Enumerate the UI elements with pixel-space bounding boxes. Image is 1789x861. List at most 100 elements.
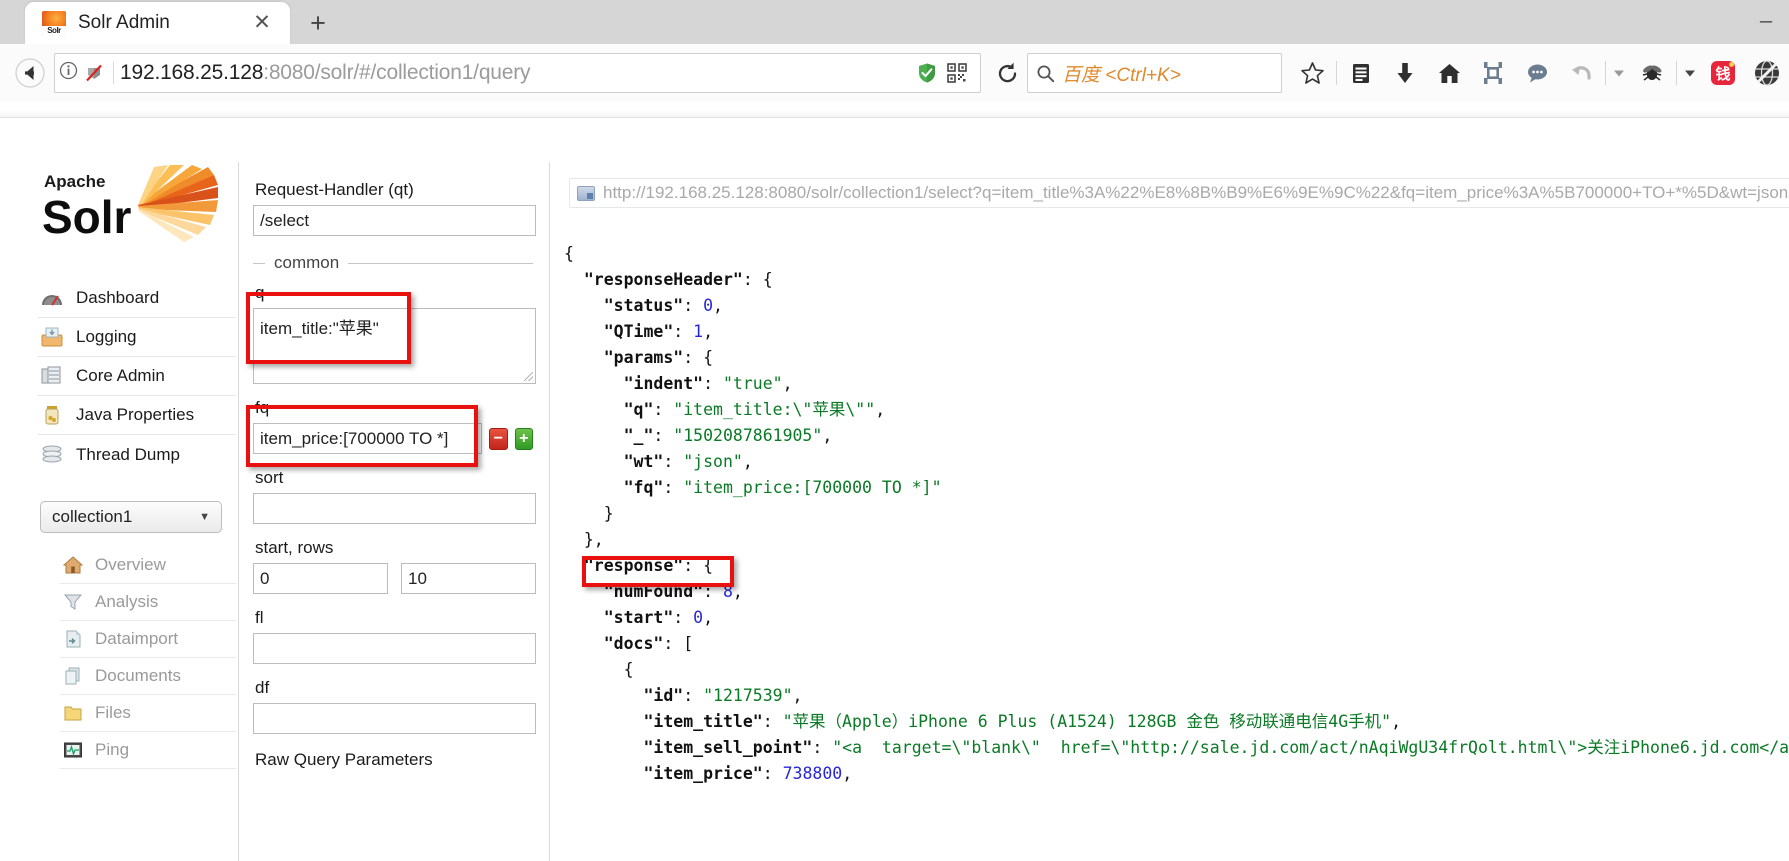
sidebar-item-label: Logging xyxy=(76,327,137,346)
java-jar-icon xyxy=(38,404,66,426)
solr-favicon-icon xyxy=(42,11,66,35)
sidebar-item-logging[interactable]: Logging xyxy=(38,318,236,357)
screenshot-crop-icon[interactable] xyxy=(1471,51,1515,95)
query-result-panel: http://192.168.25.128:8080/solr/collecti… xyxy=(551,162,1789,861)
sidebar-item-dashboard[interactable]: Dashboard xyxy=(38,279,236,318)
reading-list-icon[interactable] xyxy=(1339,51,1383,95)
add-fq-button[interactable]: + xyxy=(514,427,533,450)
minimize-icon[interactable]: ─ xyxy=(1743,0,1789,44)
sidebar-item-label: Java Properties xyxy=(76,405,195,424)
solr-main-nav: Dashboard Logging Core Admin Java Proper… xyxy=(38,279,236,474)
start-input[interactable] xyxy=(253,563,388,594)
df-input[interactable] xyxy=(253,703,536,734)
svg-text:Solr: Solr xyxy=(42,191,132,243)
search-bar[interactable]: 百度 <Ctrl+K> xyxy=(1027,53,1282,93)
sidebar-item-dataimport[interactable]: Dataimport xyxy=(60,621,236,658)
sidebar-item-documents[interactable]: Documents xyxy=(60,658,236,695)
download-icon[interactable] xyxy=(1383,51,1427,95)
sidebar-item-core-admin[interactable]: Core Admin xyxy=(38,357,236,396)
sidebar-item-label: Documents xyxy=(95,666,181,685)
sort-label: sort xyxy=(255,468,284,487)
documents-stack-icon xyxy=(60,665,86,687)
reload-button[interactable] xyxy=(987,53,1027,93)
q-label: q xyxy=(255,283,265,302)
common-legend-label: common xyxy=(274,253,340,272)
qr-code-icon[interactable] xyxy=(942,58,972,88)
common-section-legend: common xyxy=(253,253,533,273)
sidebar-item-ping[interactable]: Ping xyxy=(60,732,236,769)
url-bar[interactable]: 192.168.25.128:8080/solr/#/collection1/q… xyxy=(54,53,981,93)
browser-toolbar-icons: 钱 xyxy=(1290,51,1789,95)
core-selector-value: collection1 xyxy=(52,507,133,526)
window-controls: ─ xyxy=(1743,0,1789,44)
core-admin-database-icon xyxy=(38,365,66,387)
sidebar-item-analysis[interactable]: Analysis xyxy=(60,584,236,621)
files-folder-icon xyxy=(60,702,86,724)
result-url-line[interactable]: http://192.168.25.128:8080/solr/collecti… xyxy=(569,178,1789,208)
remove-fq-button[interactable]: − xyxy=(489,427,508,450)
window-icon xyxy=(577,185,595,201)
rows-input[interactable] xyxy=(401,563,536,594)
undo-arrow-icon[interactable] xyxy=(1559,51,1603,95)
fl-input[interactable] xyxy=(253,633,536,664)
overview-home-icon xyxy=(60,554,86,576)
close-icon[interactable]: ✕ xyxy=(251,12,273,34)
tab-strip: Solr Admin ✕ + ─ xyxy=(0,0,1789,44)
fq-input[interactable] xyxy=(253,423,482,454)
browser-chrome: Solr Admin ✕ + ─ xyxy=(0,0,1789,118)
money-extension-icon[interactable]: 钱 xyxy=(1701,51,1745,95)
star-bookmark-icon[interactable] xyxy=(1290,51,1334,95)
url-host: 192.168.25.128 xyxy=(120,61,264,84)
sidebar-item-overview[interactable]: Overview xyxy=(60,547,236,584)
info-icon[interactable] xyxy=(55,61,81,85)
insecure-https-icon[interactable] xyxy=(81,63,107,83)
new-tab-button[interactable]: + xyxy=(302,8,334,40)
dataimport-file-icon xyxy=(60,628,86,650)
sidebar-item-label: Analysis xyxy=(95,592,159,611)
back-button[interactable] xyxy=(10,53,50,93)
sidebar-item-label: Thread Dump xyxy=(76,444,180,464)
fq-label: fq xyxy=(255,398,270,417)
resize-grip-icon[interactable] xyxy=(524,372,533,381)
sidebar-item-label: Core Admin xyxy=(76,366,165,385)
sidebar-item-thread-dump[interactable]: Thread Dump xyxy=(38,435,236,474)
shield-check-icon[interactable] xyxy=(912,58,942,88)
sidebar-item-label: Dashboard xyxy=(76,288,160,307)
chevron-down-icon-2[interactable] xyxy=(1679,51,1701,95)
search-input[interactable]: 百度 <Ctrl+K> xyxy=(1062,60,1181,87)
solr-core-nav: Overview Analysis Dataimport Documents F… xyxy=(60,547,236,769)
browser-tab[interactable]: Solr Admin ✕ xyxy=(25,2,290,44)
request-handler-input[interactable] xyxy=(253,205,536,236)
url-bar-actions xyxy=(912,58,980,88)
home-icon[interactable] xyxy=(1427,51,1471,95)
start-rows-row xyxy=(253,563,536,594)
request-handler-label: Request-Handler (qt) xyxy=(255,180,533,200)
core-selector-dropdown[interactable]: collection1 ▼ xyxy=(40,501,222,533)
sidebar-item-label: Overview xyxy=(95,555,166,574)
url-text[interactable]: 192.168.25.128:8080/solr/#/collection1/q… xyxy=(120,61,912,85)
query-form-panel: Request-Handler (qt) common q item_title… xyxy=(238,162,550,861)
result-url-text[interactable]: http://192.168.25.128:8080/solr/collecti… xyxy=(603,183,1789,203)
svg-text:Apache: Apache xyxy=(44,172,105,191)
request-handler-label-text: Request-Handler (qt) xyxy=(255,180,414,199)
svg-text:钱: 钱 xyxy=(1715,65,1730,83)
q-textarea[interactable]: item_title:"苹果" xyxy=(253,308,536,384)
thread-dump-stack-icon xyxy=(38,444,66,466)
url-path: :8080/solr/#/collection1/query xyxy=(263,61,531,84)
fq-row: − + xyxy=(253,423,533,454)
globe-extension-icon[interactable] xyxy=(1745,51,1789,95)
json-response-body: { "responseHeader": { "status": 0, "QTim… xyxy=(564,241,1789,787)
sidebar-item-java-properties[interactable]: Java Properties xyxy=(38,396,236,435)
comment-bubble-icon[interactable] xyxy=(1515,51,1559,95)
bug-extension-icon[interactable] xyxy=(1630,51,1674,95)
solr-sidebar: Apache Solr Dashboard Logging Core Admin… xyxy=(0,119,238,861)
fl-label: fl xyxy=(255,608,264,627)
solr-logo: Apache Solr xyxy=(42,165,218,243)
sidebar-item-label: Ping xyxy=(95,740,130,759)
solr-admin-page: Apache Solr Dashboard Logging Core Admin… xyxy=(0,119,1789,861)
sort-input[interactable] xyxy=(253,493,536,524)
chevron-down-icon[interactable] xyxy=(1608,51,1630,95)
analysis-funnel-icon xyxy=(60,591,86,613)
sidebar-item-files[interactable]: Files xyxy=(60,695,236,732)
start-rows-label: start, rows xyxy=(255,538,334,557)
